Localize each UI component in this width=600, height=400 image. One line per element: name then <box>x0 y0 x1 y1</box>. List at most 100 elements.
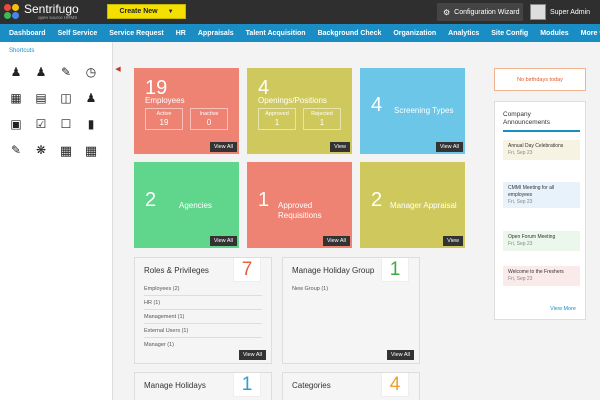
openings-view-button[interactable]: View <box>330 142 350 152</box>
list-item[interactable]: Management (1) <box>144 310 262 324</box>
roles-privileges-panel: Roles & Privileges 7 Employees (2) HR (1… <box>134 257 272 364</box>
appraisal-label: Manager Appraisal <box>390 201 457 210</box>
shortcuts-title: Shortcuts <box>9 48 35 54</box>
top-bar: Sentrifugo open source HRMS Create New ▼… <box>0 0 600 24</box>
requisitions-view-all-button[interactable]: View All <box>322 236 350 246</box>
nav-talent-acquisition[interactable]: Talent Acquisition <box>240 24 312 42</box>
holiday-group-view-all-button[interactable]: View All <box>386 350 414 360</box>
calendar-icon[interactable]: ▦ <box>8 90 24 106</box>
grid-icon[interactable]: ▦ <box>58 142 74 158</box>
collapse-sidebar-icon[interactable]: ◀ <box>114 64 122 74</box>
nav-site-config[interactable]: Site Config <box>485 24 534 42</box>
nav-appraisals[interactable]: Appraisals <box>192 24 240 42</box>
shortcut-grid: ♟ ♟ ✎ ◷ ▦ ▤ ◫ ♟ ▣ ☑ ☐ ▮ ✎ ❋ ▦ ▦ <box>8 64 99 158</box>
announcement-date: Fri, Sep 23 <box>508 198 533 205</box>
approved-value: 1 <box>274 118 280 127</box>
agencies-view-all-button[interactable]: View All <box>209 236 237 246</box>
caret-down-icon: ▼ <box>167 8 174 15</box>
create-new-label: Create New <box>119 8 158 15</box>
roles-count: 7 <box>233 258 261 282</box>
user-edit-icon[interactable]: ✎ <box>58 64 74 80</box>
form-edit-icon[interactable]: ✎ <box>8 142 24 158</box>
configuration-wizard-label: Configuration Wizard <box>454 8 520 16</box>
sidebar: Shortcuts ♟ ♟ ✎ ◷ ▦ ▤ ◫ ♟ ▣ ☑ ☐ ▮ ✎ ❋ ▦ … <box>0 42 113 400</box>
screening-label: Screening Types <box>394 106 454 115</box>
announcement-title: Open Forum Meeting <box>508 234 556 240</box>
view-more-link[interactable]: View More <box>550 306 576 312</box>
list-item[interactable]: Employees (2) <box>144 282 262 296</box>
create-new-button[interactable]: Create New ▼ <box>107 4 186 19</box>
user-add-icon[interactable]: ♟ <box>8 64 24 80</box>
nav-organization[interactable]: Organization <box>387 24 442 42</box>
nav-dashboard[interactable]: Dashboard <box>0 24 52 42</box>
approved-label: Approved <box>265 111 289 117</box>
screening-count: 4 <box>371 94 383 116</box>
birthday-notice: No birthdays today <box>494 68 586 91</box>
announcement-item[interactable]: Welcome to the Freshers Fri, Sep 23 <box>503 266 580 286</box>
ruler-icon[interactable]: ▮ <box>83 116 99 132</box>
team-icon[interactable]: ♟ <box>83 90 99 106</box>
nav-more[interactable]: More ▾ <box>575 24 600 42</box>
schedule-icon[interactable]: ◷ <box>83 64 99 80</box>
roles-view-all-button[interactable]: View All <box>238 350 266 360</box>
announcement-date: Fri, Sep 23 <box>508 240 533 247</box>
manager-appraisal-tile[interactable]: 2 Manager Appraisal View <box>360 162 465 248</box>
grid-icon-2[interactable]: ▦ <box>83 142 99 158</box>
announcement-item[interactable]: Annual Day Celebrations Fri, Sep 23 <box>503 140 580 160</box>
roles-title: Roles & Privileges <box>144 266 209 275</box>
active-value: 19 <box>159 118 169 127</box>
agencies-count: 2 <box>145 189 157 211</box>
requisitions-label-2: Requisitions <box>278 211 322 220</box>
user-settings-icon[interactable]: ♟ <box>33 64 49 80</box>
screening-view-all-button[interactable]: View All <box>435 142 463 152</box>
id-card-icon[interactable]: ◫ <box>58 90 74 106</box>
user-menu[interactable]: Super Admin <box>530 2 590 22</box>
announcements-title: Company Announcements <box>503 111 550 127</box>
agencies-label: Agencies <box>179 201 212 210</box>
categories-title: Categories <box>292 381 331 390</box>
list-item[interactable]: New Group (1) <box>292 282 410 296</box>
agencies-tile[interactable]: 2 Agencies View All <box>134 162 239 248</box>
list-item[interactable]: External Users (1) <box>144 324 262 338</box>
configuration-wizard-button[interactable]: ⚙ Configuration Wizard <box>437 3 523 21</box>
employees-view-all-button[interactable]: View All <box>209 142 237 152</box>
announcement-item[interactable]: CMMI Meeting for all employees Fri, Sep … <box>503 182 580 209</box>
nav-service-request[interactable]: Service Request <box>103 24 169 42</box>
employees-count: 19 <box>145 77 168 99</box>
active-label: Active <box>156 111 172 117</box>
employees-tile[interactable]: 19 Employees Active 19 Inactive 0 View A… <box>134 68 239 154</box>
nav-background-check[interactable]: Background Check <box>312 24 388 42</box>
main-nav: Dashboard Self Service Service Request H… <box>0 24 600 42</box>
categories-panel: Categories 4 <box>282 372 420 400</box>
openings-approved-box[interactable]: Approved 1 <box>258 108 296 130</box>
announcement-title: Welcome to the Freshers <box>508 269 564 275</box>
employees-inactive-box[interactable]: Inactive 0 <box>190 108 228 130</box>
nav-modules[interactable]: Modules <box>534 24 574 42</box>
nav-hr[interactable]: HR <box>170 24 192 42</box>
approved-requisitions-tile[interactable]: 1 Approved Requisitions View All <box>247 162 352 248</box>
monitor-check-icon[interactable]: ▣ <box>8 116 24 132</box>
logo[interactable]: Sentrifugo open source HRMS <box>4 2 79 22</box>
gear-icon[interactable]: ❋ <box>33 142 49 158</box>
checklist-icon[interactable]: ☑ <box>33 116 49 132</box>
openings-label: Openings/Positions <box>258 96 327 105</box>
openings-tile[interactable]: 4 Openings/Positions Approved 1 Rejected… <box>247 68 352 154</box>
holiday-group-panel: Manage Holiday Group 1 New Group (1) Vie… <box>282 257 420 364</box>
screening-types-tile[interactable]: 4 Screening Types View All <box>360 68 465 154</box>
file-check-icon[interactable]: ☐ <box>58 116 74 132</box>
announcements-divider <box>503 130 580 132</box>
employees-active-box[interactable]: Active 19 <box>145 108 183 130</box>
holidays-title: Manage Holidays <box>144 381 206 390</box>
announcement-item[interactable]: Open Forum Meeting Fri, Sep 23 <box>503 231 580 251</box>
appraisal-view-button[interactable]: View <box>443 236 463 246</box>
holiday-group-title: Manage Holiday Group <box>292 266 375 275</box>
nav-self-service[interactable]: Self Service <box>52 24 104 42</box>
list-item[interactable]: HR (1) <box>144 296 262 310</box>
nav-analytics[interactable]: Analytics <box>442 24 485 42</box>
openings-rejected-box[interactable]: Rejected 1 <box>303 108 341 130</box>
rejected-label: Rejected <box>311 111 333 117</box>
document-list-icon[interactable]: ▤ <box>33 90 49 106</box>
requisitions-label-1: Approved <box>278 201 313 210</box>
categories-count: 4 <box>381 373 409 397</box>
logo-icon <box>4 4 20 20</box>
